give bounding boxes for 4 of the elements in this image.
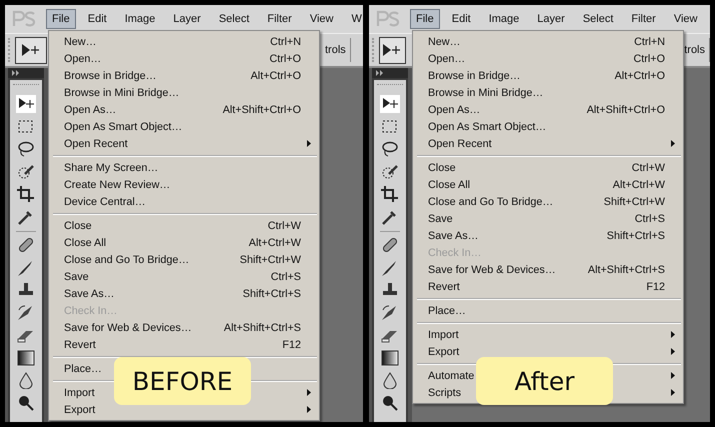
options-label: trols — [325, 44, 346, 56]
options-label: trols — [684, 44, 705, 56]
annotation-tooltip: BEFORE — [114, 357, 251, 405]
annotation-tooltip: After — [476, 357, 613, 405]
